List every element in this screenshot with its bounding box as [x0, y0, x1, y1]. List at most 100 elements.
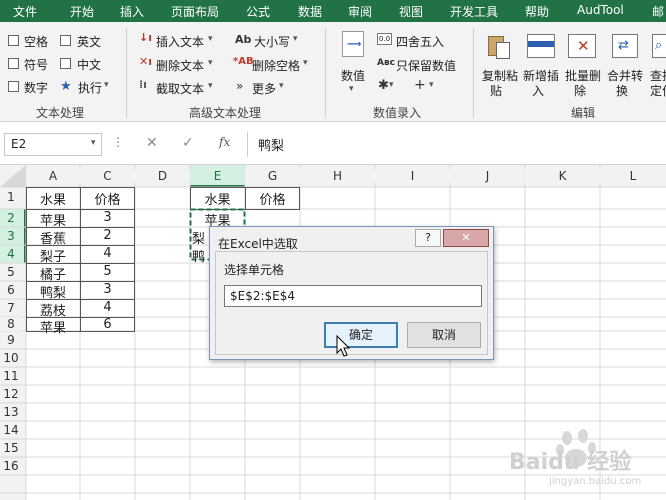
merge-convert-label-2[interactable]: 换 [616, 82, 628, 99]
delete-space-button[interactable]: 删除空格 [252, 57, 300, 74]
cell-c1[interactable]: 价格 [80, 189, 135, 208]
tab-insert[interactable]: 插入 [120, 3, 144, 20]
insert-text-icon[interactable]: ↓ı [139, 31, 152, 44]
column-header-g[interactable]: G [245, 169, 300, 183]
formula-input[interactable]: 鸭梨 [258, 135, 284, 154]
cell-a2[interactable]: 苹果 [26, 210, 80, 229]
tab-mail[interactable]: 邮 [652, 3, 664, 20]
tab-developer[interactable]: 开发工具 [450, 3, 498, 20]
confirm-icon[interactable]: ✓ [182, 135, 194, 151]
cell-c7[interactable]: 4 [80, 300, 135, 315]
name-box[interactable]: E2 ▾ [4, 133, 102, 156]
column-header-d[interactable]: D [135, 169, 190, 183]
execute-dropdown-icon[interactable]: ▾ [104, 80, 109, 90]
tab-data[interactable]: 数据 [298, 3, 322, 20]
row-header[interactable]: 8 [0, 317, 22, 331]
cell-c3[interactable]: 2 [80, 228, 135, 243]
checkbox-english[interactable] [60, 35, 71, 46]
row-header[interactable]: 12 [0, 387, 22, 401]
cell-a5[interactable]: 橘子 [26, 264, 80, 283]
asterisk-dropdown-icon[interactable]: ▾ [389, 80, 394, 90]
keep-value-button[interactable]: 只保留数值 [396, 57, 456, 74]
plus-dropdown-icon[interactable]: ▾ [429, 80, 434, 90]
cell-c4[interactable]: 4 [80, 246, 135, 261]
row-header[interactable]: 2 [0, 211, 22, 225]
copy-paste-label-2[interactable]: 贴 [490, 82, 502, 99]
delete-text-dropdown-icon[interactable]: ▾ [208, 58, 213, 68]
cancel-button[interactable]: 取消 [407, 322, 481, 348]
row-header[interactable]: 5 [0, 265, 22, 279]
row-header[interactable]: 14 [0, 423, 22, 437]
find-locate-label-2[interactable]: 定位 [650, 82, 666, 99]
delete-space-icon[interactable]: *AB [233, 56, 254, 67]
tab-page-layout[interactable]: 页面布局 [171, 3, 219, 20]
tab-view[interactable]: 视图 [399, 3, 423, 20]
more-button[interactable]: 更多 [252, 80, 276, 97]
row-header[interactable]: 10 [0, 351, 22, 365]
column-header-e[interactable]: E [190, 169, 245, 183]
extract-text-dropdown-icon[interactable]: ▾ [208, 81, 213, 91]
value-icon[interactable]: ⟶ [342, 31, 364, 57]
close-button[interactable]: ✕ [443, 229, 489, 247]
column-header-l[interactable]: L [600, 169, 666, 183]
cell-e3[interactable]: 梨 [192, 228, 209, 247]
tab-review[interactable]: 审阅 [348, 3, 372, 20]
batch-delete-icon[interactable]: ✕ [568, 34, 596, 58]
extract-text-button[interactable]: 截取文本 [156, 80, 204, 97]
merge-convert-icon[interactable]: ⇄ [612, 34, 638, 58]
more-icon[interactable]: » [236, 79, 243, 93]
fx-icon[interactable]: fx [219, 135, 230, 149]
tab-help[interactable]: 帮助 [525, 3, 549, 20]
column-header-h[interactable]: H [300, 169, 375, 183]
more-dropdown-icon[interactable]: ▾ [279, 81, 284, 91]
cell-a4[interactable]: 梨子 [26, 246, 80, 265]
row-header[interactable]: 11 [0, 369, 22, 383]
case-dropdown-icon[interactable]: ▾ [293, 34, 298, 44]
execute-button[interactable]: 执行 [78, 79, 102, 96]
insert-text-dropdown-icon[interactable]: ▾ [208, 34, 213, 44]
checkbox-chinese[interactable] [60, 58, 71, 69]
row-header[interactable]: 15 [0, 441, 22, 455]
checkbox-digit[interactable] [8, 81, 19, 92]
delete-text-icon[interactable]: ✕ı [139, 55, 152, 68]
value-button[interactable]: 数值 [341, 67, 365, 84]
case-button[interactable]: 大小写 [254, 33, 290, 50]
cell-g1[interactable]: 价格 [245, 189, 300, 208]
insert-text-button[interactable]: 插入文本 [156, 33, 204, 50]
find-locate-icon[interactable]: ⌕ [652, 34, 666, 58]
cell-e1[interactable]: 水果 [190, 189, 245, 208]
row-header[interactable]: 13 [0, 405, 22, 419]
name-box-dropdown-icon[interactable]: ▾ [91, 138, 96, 148]
tab-home[interactable]: 开始 [70, 3, 94, 20]
insert-rows-label-2[interactable]: 入 [532, 82, 544, 99]
checkbox-space[interactable] [8, 35, 19, 46]
range-input[interactable]: $E$2:$E$4 [224, 285, 482, 307]
tab-file[interactable]: 文件 [13, 3, 37, 20]
row-header[interactable]: 16 [0, 459, 22, 473]
row-header[interactable]: 3 [0, 229, 22, 243]
round-button[interactable]: 四舍五入 [396, 33, 444, 50]
help-button[interactable]: ? [415, 229, 441, 247]
cell-c8[interactable]: 6 [80, 317, 135, 332]
plus-icon[interactable]: + [414, 77, 426, 93]
copy-paste-icon[interactable] [486, 32, 512, 60]
row-header[interactable]: 1 [0, 190, 22, 204]
cell-c5[interactable]: 5 [80, 264, 135, 279]
column-header-k[interactable]: K [525, 169, 600, 183]
tab-audtool[interactable]: AudTool [577, 3, 624, 17]
cell-e4[interactable]: 鸭 [192, 246, 209, 265]
asterisk-icon[interactable]: ✱ [378, 78, 389, 93]
batch-delete-label-2[interactable]: 除 [574, 82, 586, 99]
cell-a8[interactable]: 苹果 [26, 317, 80, 336]
delete-text-button[interactable]: 删除文本 [156, 57, 204, 74]
insert-rows-icon[interactable] [527, 34, 555, 58]
delete-space-dropdown-icon[interactable]: ▾ [303, 58, 308, 68]
column-header-a[interactable]: A [26, 169, 80, 183]
case-icon[interactable]: Ab [235, 33, 251, 46]
cell-a3[interactable]: 香蕉 [26, 228, 80, 247]
cancel-icon[interactable]: ✕ [146, 135, 158, 151]
execute-icon[interactable]: ★ [60, 79, 72, 94]
row-header[interactable]: 4 [0, 247, 22, 261]
value-dropdown-icon[interactable]: ▾ [349, 84, 354, 94]
row-header[interactable]: 9 [0, 333, 22, 347]
